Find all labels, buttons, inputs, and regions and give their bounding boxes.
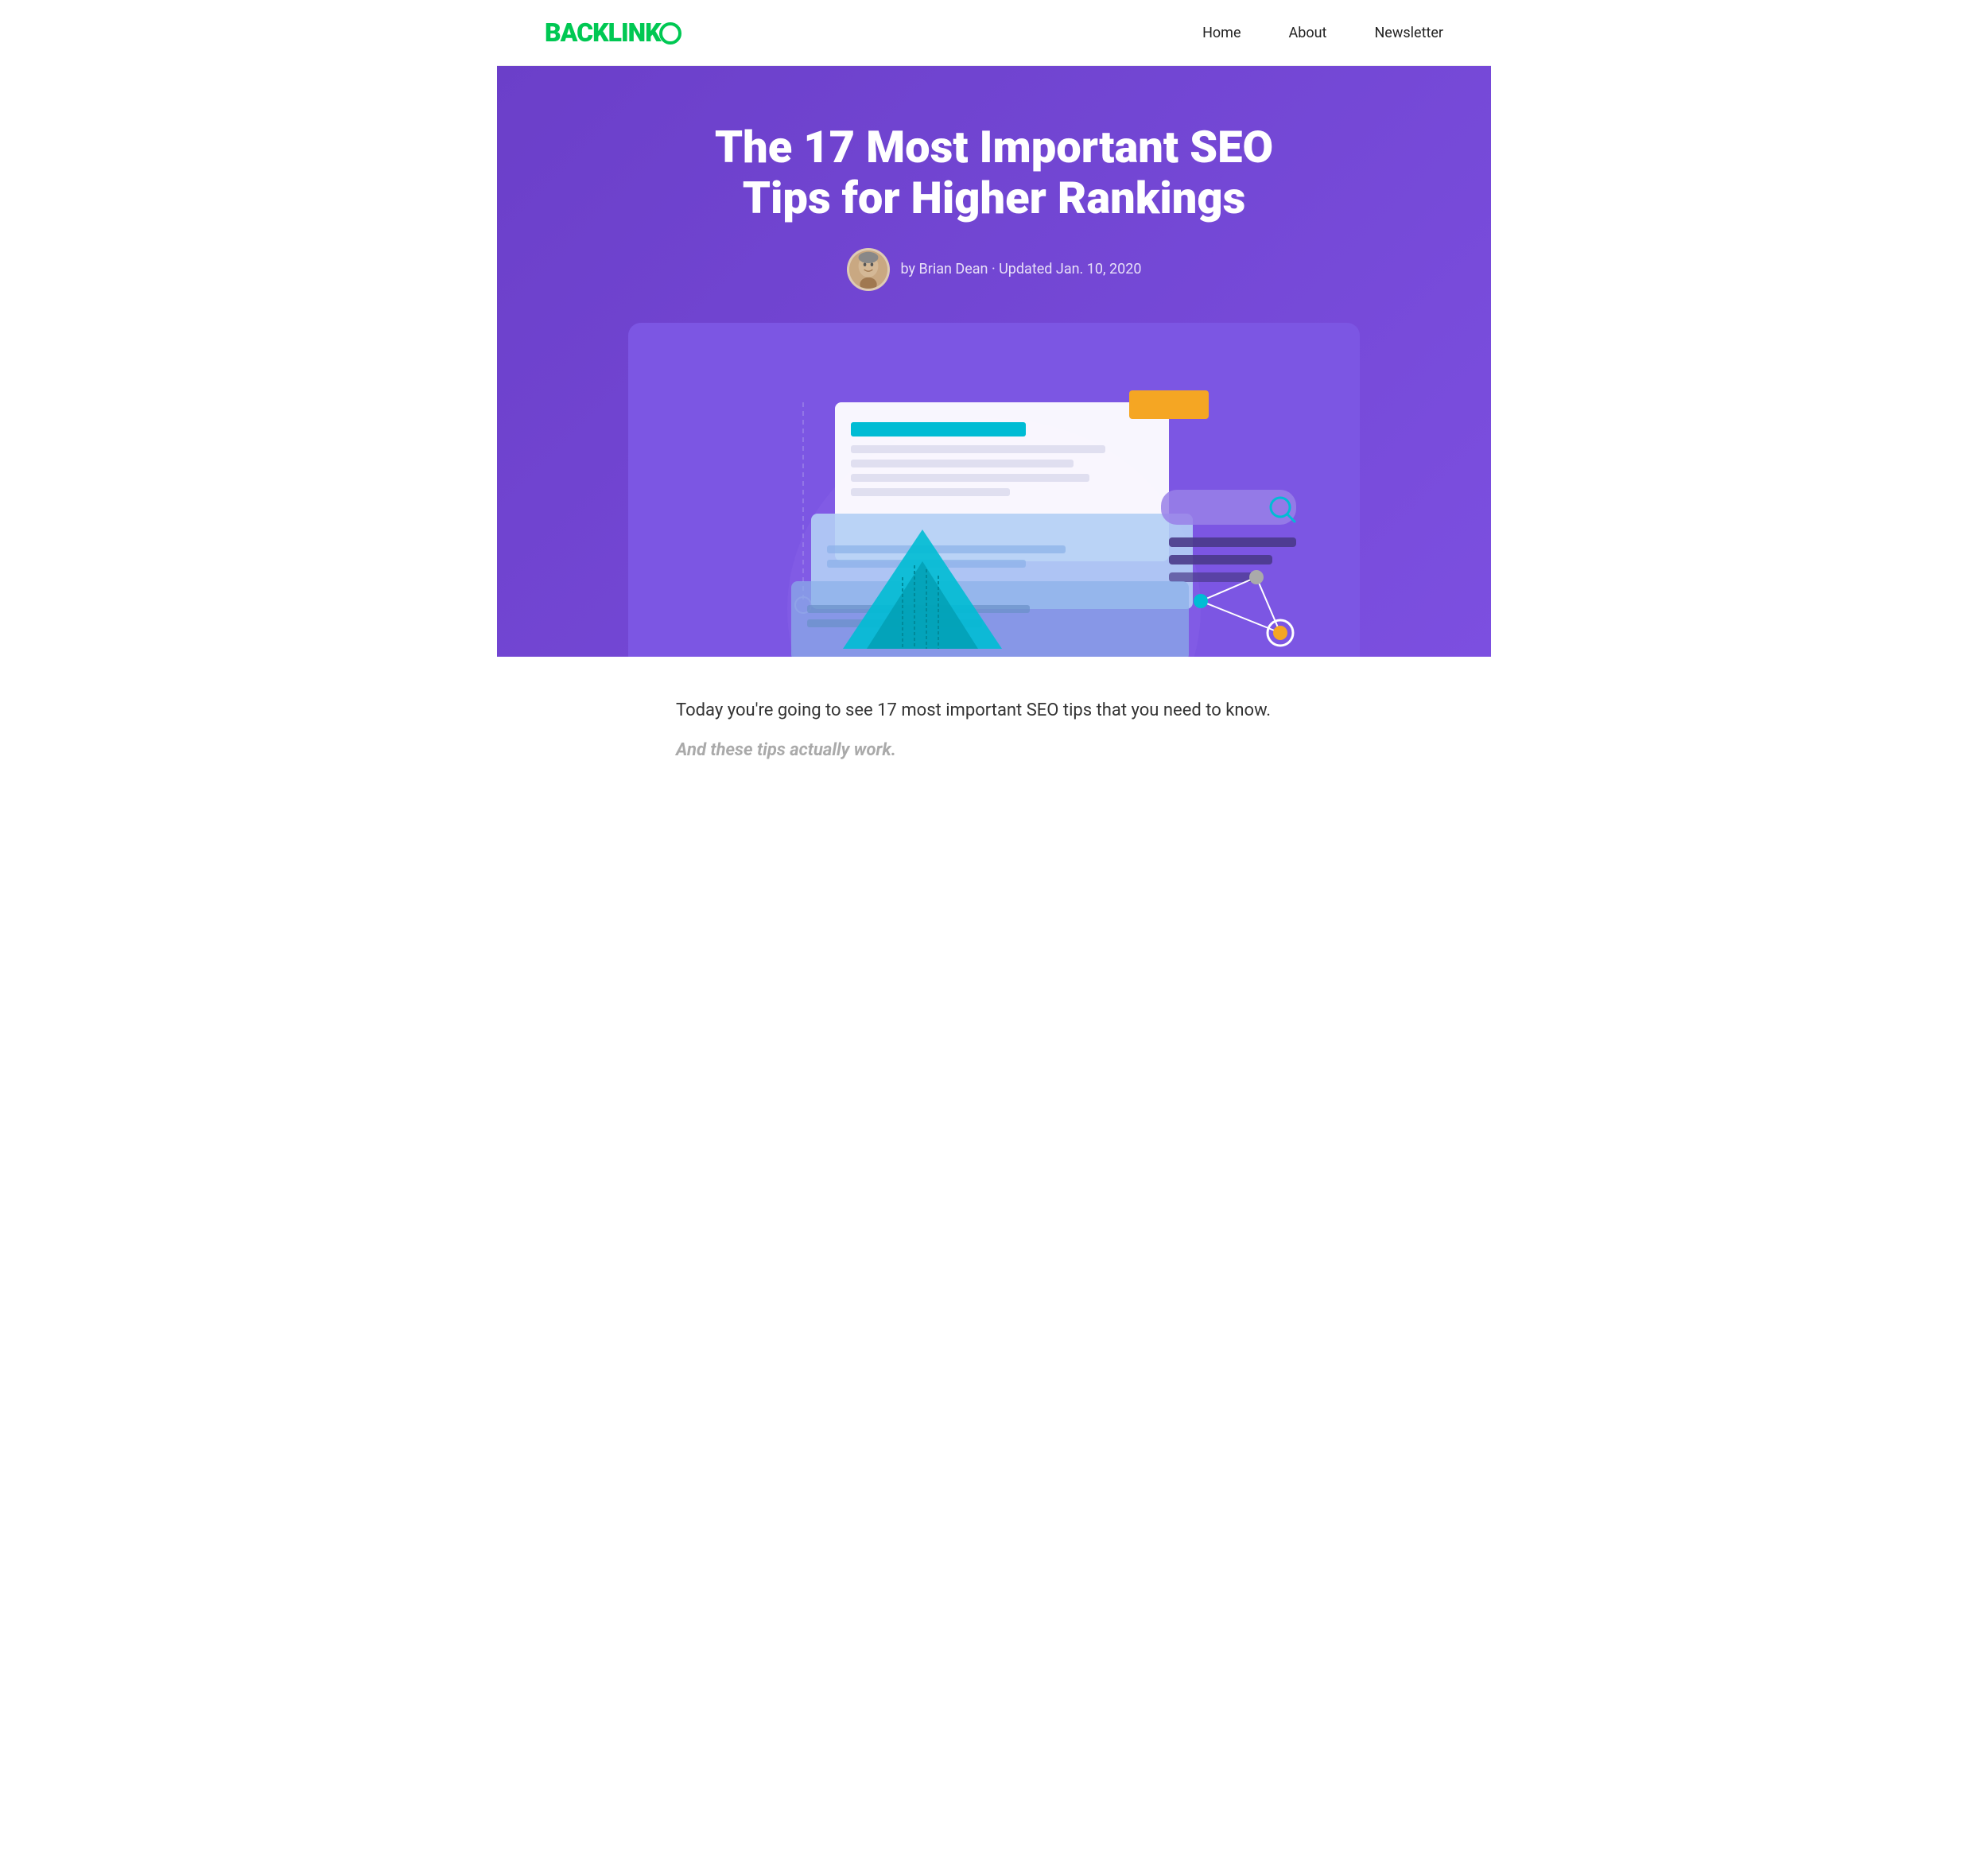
author-avatar	[847, 248, 890, 291]
author-line: by Brian Dean · Updated Jan. 10, 2020	[545, 248, 1443, 291]
logo-text: BACKLINK	[545, 17, 661, 48]
site-logo[interactable]: BACKLINK	[545, 17, 681, 48]
hero-section: The 17 Most Important SEO Tips for Highe…	[497, 66, 1491, 657]
author-meta: by Brian Dean · Updated Jan. 10, 2020	[901, 261, 1142, 277]
nav-newsletter[interactable]: Newsletter	[1374, 25, 1443, 41]
featured-image	[628, 323, 1360, 657]
main-nav: Home About Newsletter	[1202, 25, 1443, 41]
highlight-paragraph: And these tips actually work.	[676, 740, 1312, 760]
intro-paragraph: Today you're going to see 17 most import…	[676, 696, 1312, 724]
logo-o-icon	[659, 22, 681, 45]
nav-home[interactable]: Home	[1202, 25, 1241, 41]
site-header: BACKLINK Home About Newsletter	[497, 0, 1491, 66]
hero-title: The 17 Most Important SEO Tips for Highe…	[676, 122, 1312, 224]
article-content: Today you're going to see 17 most import…	[628, 657, 1360, 800]
nav-about[interactable]: About	[1289, 25, 1327, 41]
hero-illustration	[676, 355, 1312, 657]
